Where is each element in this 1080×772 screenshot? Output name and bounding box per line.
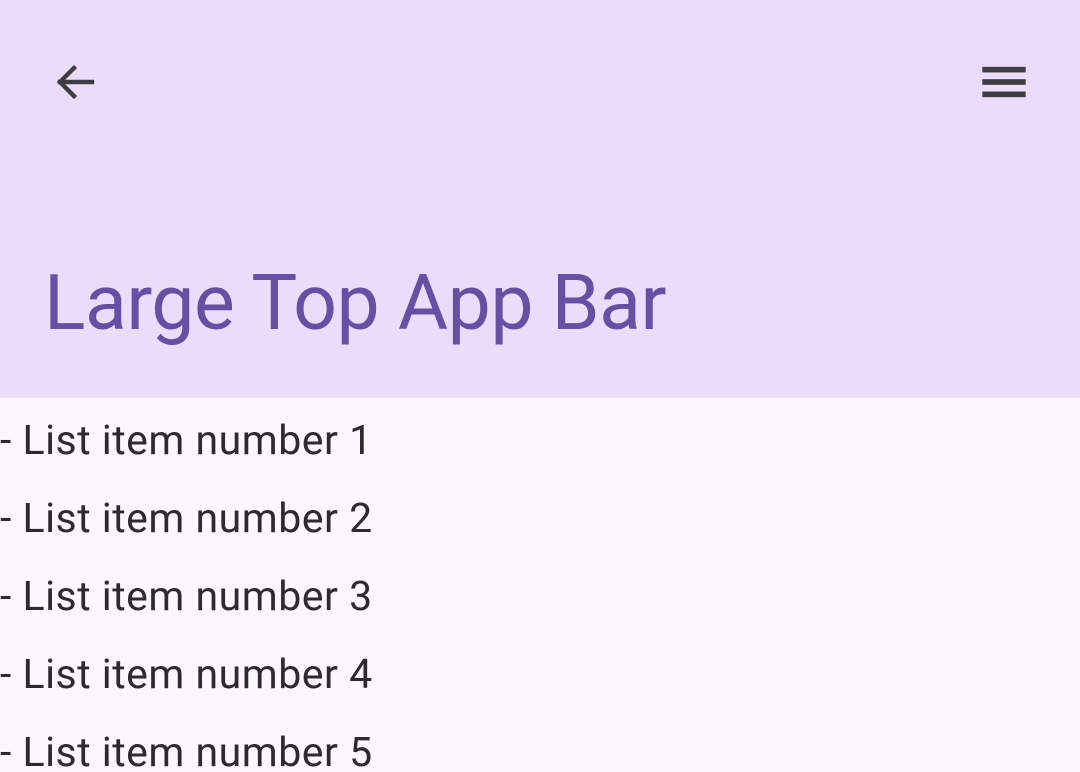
back-button[interactable] — [44, 52, 108, 116]
appbar-title: Large Top App Bar — [44, 258, 666, 348]
content-list[interactable]: - List item number 1 - List item number … — [0, 398, 1080, 772]
arrow-back-icon — [52, 58, 100, 110]
list-item: - List item number 5 — [0, 714, 1080, 772]
top-app-bar: Large Top App Bar — [0, 0, 1080, 398]
list-item: - List item number 3 — [0, 558, 1080, 636]
menu-icon — [978, 56, 1030, 112]
list-item: - List item number 1 — [0, 402, 1080, 480]
list-item: - List item number 2 — [0, 480, 1080, 558]
menu-button[interactable] — [972, 52, 1036, 116]
list-item: - List item number 4 — [0, 636, 1080, 714]
